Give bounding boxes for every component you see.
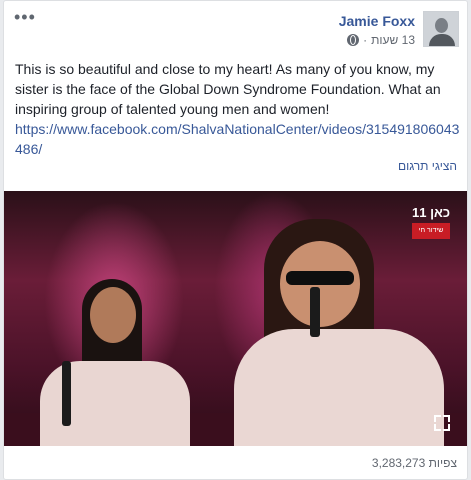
singer-right xyxy=(234,219,444,446)
more-options-icon[interactable]: ••• xyxy=(14,7,36,28)
translate-link[interactable]: הציגי תרגום xyxy=(398,159,457,173)
channel-logo: כאן 11 שידור חי xyxy=(412,205,451,239)
post-text-line: This is so beautiful and close to my hea… xyxy=(15,61,435,77)
singer-face xyxy=(90,287,136,343)
expand-corner xyxy=(434,424,441,431)
expand-icon[interactable] xyxy=(434,415,450,431)
singer-left xyxy=(30,279,190,446)
post-text-line: inspiring group of talented young men an… xyxy=(15,101,330,117)
avatar-body xyxy=(429,34,455,46)
post-text-line: sister is the face of the Global Down Sy… xyxy=(15,81,441,97)
post-meta: 13 שעות · xyxy=(347,33,415,47)
expand-corner xyxy=(443,415,450,422)
video-player[interactable]: כאן 11 שידור חי xyxy=(4,191,467,446)
avatar[interactable] xyxy=(423,11,459,47)
microphone-icon xyxy=(62,361,71,426)
author-name[interactable]: Jamie Foxx xyxy=(339,13,415,29)
expand-corner xyxy=(443,424,450,431)
singer-dress xyxy=(234,329,444,446)
separator: · xyxy=(363,33,368,47)
channel-logo-main: כאן 11 xyxy=(412,205,451,220)
view-count: 3,283,273 צפיות xyxy=(371,456,457,470)
channel-logo-sub: שידור חי xyxy=(412,223,451,239)
microphone-icon xyxy=(310,287,320,337)
expand-corner xyxy=(434,415,441,422)
post-header: ••• Jamie Foxx 13 שעות · xyxy=(4,1,467,53)
post-card: ••• Jamie Foxx 13 שעות · This is so beau… xyxy=(3,0,468,480)
timestamp[interactable]: 13 שעות xyxy=(371,33,415,47)
post-text: This is so beautiful and close to my hea… xyxy=(15,59,459,159)
globe-icon[interactable] xyxy=(347,34,360,46)
video-link-continued[interactable]: 486/ xyxy=(15,139,455,159)
video-link[interactable]: https://www.facebook.com/ShalvaNationalC… xyxy=(15,119,459,139)
sunglasses xyxy=(286,271,354,285)
avatar-head xyxy=(435,18,448,33)
